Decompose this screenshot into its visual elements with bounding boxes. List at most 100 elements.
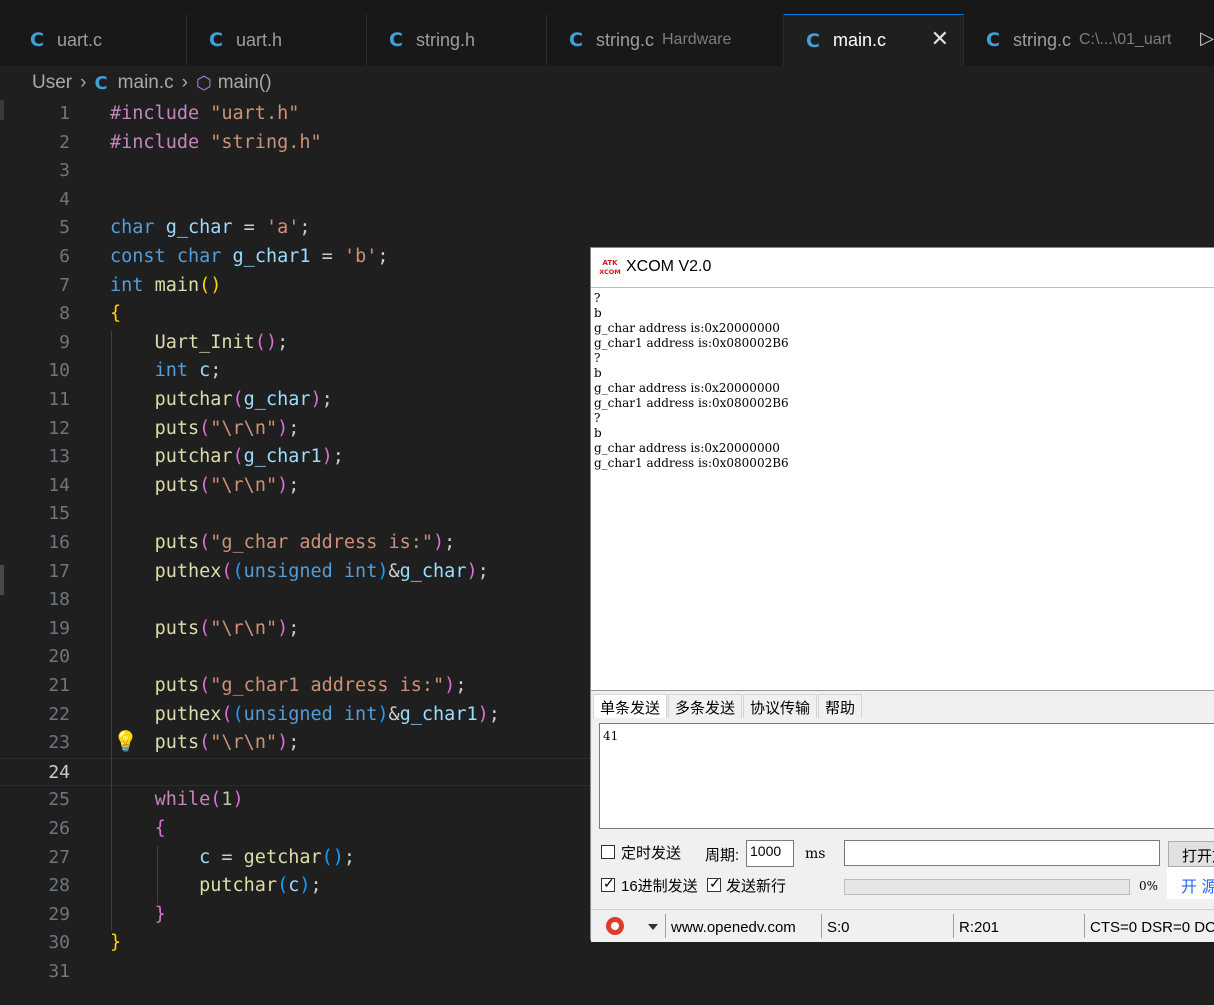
stop-icon[interactable] <box>606 917 624 935</box>
atk-logo-icon: ATK XCOM <box>599 257 621 277</box>
code-text: { <box>110 303 122 325</box>
code-text: #include "uart.h" <box>110 103 300 124</box>
tab-main-c[interactable]: Cmain.c ✕ <box>784 14 964 66</box>
code-text: char g_char = 'a'; <box>110 217 311 239</box>
chevron-right-icon: › <box>80 72 87 93</box>
tab-label: string.c <box>1012 29 1071 50</box>
line-number: 5 <box>59 217 70 239</box>
dropdown-arrow-icon[interactable] <box>648 924 658 930</box>
lightbulb-icon[interactable]: 💡 <box>113 729 138 753</box>
c-file-icon: C <box>986 29 1000 51</box>
receive-line: g_char address is:0x20000000 <box>594 321 780 335</box>
code-text: puts("\r\n"); <box>154 417 300 439</box>
line-number: 16 <box>48 532 70 553</box>
code-line[interactable]: 1 #include "uart.h" <box>0 100 1214 129</box>
receive-line: g_char address is:0x20000000 <box>594 441 780 455</box>
code-line[interactable]: 2 #include "string.h" <box>0 129 1214 158</box>
send-newline-label: 发送新行 <box>726 878 787 895</box>
status-lines: CTS=0 DSR=0 DCD <box>1084 914 1214 938</box>
c-file-icon: C <box>30 29 44 51</box>
status-website[interactable]: www.openedv.com <box>665 914 820 938</box>
open-file-button[interactable]: 打开文 <box>1168 841 1214 867</box>
code-text: int c; <box>154 360 222 382</box>
tab-string-c[interactable]: Cstring.c Hardware <box>547 14 784 66</box>
tab-label: string.h <box>415 29 475 50</box>
code-text: puts("\r\n"); <box>154 732 300 754</box>
tab-label: uart.h <box>235 29 282 50</box>
xcom-tab[interactable]: 单条发送 <box>593 694 668 718</box>
code-text: puts("g_char1 address is:"); <box>154 675 467 696</box>
c-file-icon: C <box>806 29 820 52</box>
status-sent: S:0 <box>821 914 953 938</box>
timed-send-checkbox[interactable] <box>601 845 615 859</box>
code-text: #include "string.h" <box>110 131 322 153</box>
tab-uart-h[interactable]: Cuart.h <box>187 14 367 66</box>
receive-line: ? <box>594 291 601 305</box>
code-text: while(1) <box>154 789 244 811</box>
period-input[interactable]: 1000 <box>746 840 794 867</box>
line-number: 1 <box>59 103 70 124</box>
indent-guide <box>111 330 112 932</box>
close-icon[interactable]: ✕ <box>931 27 949 52</box>
code-line[interactable]: 31 <box>0 958 1214 987</box>
receive-line: g_char1 address is:0x080002B6 <box>594 336 789 350</box>
receive-line: b <box>594 306 602 320</box>
xcom-tab[interactable]: 帮助 <box>818 694 863 718</box>
send-preview-field[interactable] <box>844 840 1160 866</box>
code-line[interactable]: 5 char g_char = 'a'; <box>0 214 1214 243</box>
line-number: 23 <box>48 732 70 754</box>
symbol-method-icon: ⬡ <box>195 72 212 93</box>
code-text: putchar(g_char1); <box>154 446 344 468</box>
tab-uart-c[interactable]: Cuart.c <box>8 14 187 66</box>
code-text: puthex((unsigned int)&g_char); <box>154 560 489 582</box>
svg-text:XCOM: XCOM <box>599 268 621 276</box>
code-line[interactable]: 4 <box>0 186 1214 215</box>
tab-label: main.c <box>832 30 886 50</box>
code-text: putchar(c); <box>199 875 322 897</box>
code-text: } <box>154 903 166 925</box>
c-file-icon: C <box>389 29 403 51</box>
run-debug-icon[interactable]: ▷ <box>1200 28 1214 49</box>
xcom-window: ATK XCOM XCOM V2.0 ? b g_char address is:0… <box>590 247 1214 942</box>
line-number: 20 <box>48 646 70 668</box>
period-label: 周期: <box>705 847 740 864</box>
xcom-tab[interactable]: 协议传输 <box>743 694 818 718</box>
check-icon: ✓ <box>603 875 615 891</box>
line-number: 2 <box>59 131 70 153</box>
line-number: 31 <box>48 961 70 982</box>
line-number: 28 <box>48 875 70 897</box>
receive-area[interactable]: ? b g_char address is:0x20000000 g_char1 ad… <box>591 287 1214 691</box>
chevron-right-icon: › <box>181 72 188 93</box>
code-text: puts("\r\n"); <box>154 474 300 496</box>
progress-percent: 0% <box>1139 879 1159 893</box>
hex-send-checkbox[interactable]: ✓ <box>601 875 615 892</box>
send-progress-bar <box>844 879 1130 895</box>
breadcrumb-symbol[interactable]: main() <box>218 72 272 94</box>
code-text: const char g_char1 = 'b'; <box>110 246 389 267</box>
line-number: 7 <box>59 274 70 296</box>
send-tabs: 单条发送 多条发送 协议传输 帮助 <box>591 694 1214 718</box>
send-input[interactable]: 41 <box>599 723 1214 829</box>
open-source-link[interactable]: 开 源 <box>1167 867 1214 899</box>
code-text: int main() <box>110 274 222 296</box>
send-newline-checkbox[interactable]: ✓ <box>707 875 721 892</box>
breadcrumb-file[interactable]: main.c <box>118 72 174 94</box>
xcom-tab[interactable]: 多条发送 <box>668 694 743 718</box>
code-line[interactable]: 3 <box>0 157 1214 186</box>
xcom-title-bar[interactable]: ATK XCOM XCOM V2.0 <box>591 248 1214 287</box>
c-file-icon: C <box>94 72 108 94</box>
line-number: 4 <box>59 188 70 210</box>
tab-description: Hardware <box>661 31 732 48</box>
code-text: puts("g_char address is:"); <box>154 532 456 553</box>
breadcrumb-folder[interactable]: User <box>32 72 72 94</box>
line-number: 11 <box>48 389 70 410</box>
check-icon: ✓ <box>709 875 721 891</box>
tab-string-h[interactable]: Cstring.h <box>367 14 547 66</box>
receive-line: g_char1 address is:0x080002B6 <box>594 396 789 410</box>
receive-line: ? <box>594 411 601 425</box>
tab-description: C:\...\01_uart <box>1078 31 1172 48</box>
send-text: 41 <box>603 729 619 743</box>
line-number: 8 <box>59 303 70 325</box>
line-number: 27 <box>48 846 70 868</box>
tab-string-c[interactable]: Cstring.c C:\...\01_uart <box>964 14 1214 66</box>
